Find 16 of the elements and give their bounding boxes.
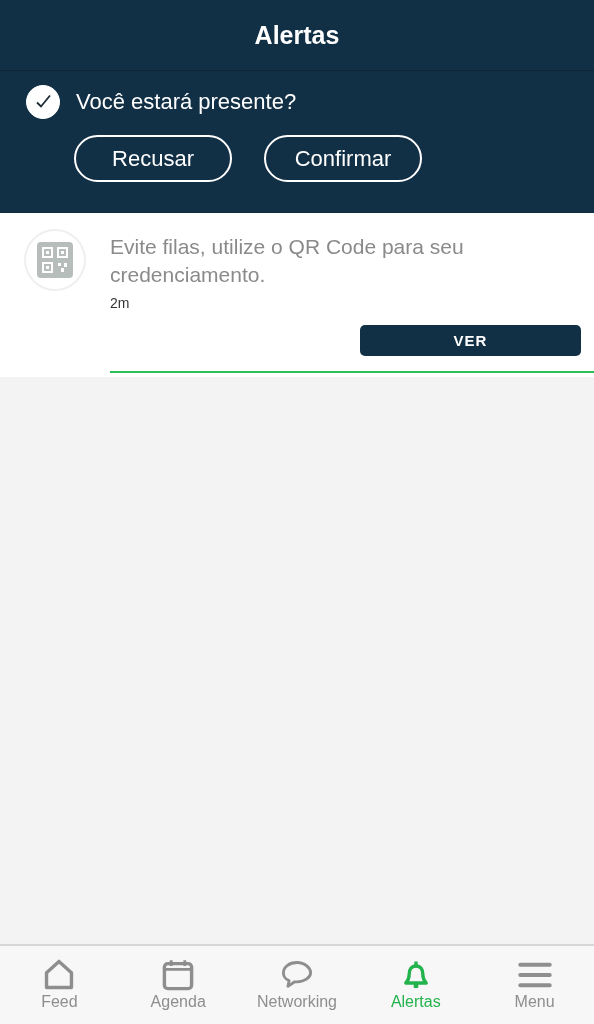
checkbox[interactable]: [26, 85, 60, 119]
answer-button[interactable]: Confirmar: [264, 135, 422, 182]
calendar-icon: [161, 958, 196, 992]
tab-bar-item[interactable]: Feed: [0, 946, 119, 1024]
tab-bar-item[interactable]: Alertas: [356, 946, 476, 1024]
qr-code-icon: [26, 231, 84, 289]
view-button[interactable]: VER: [360, 325, 581, 356]
timestamp: 2m: [110, 295, 131, 311]
tab-bar-item[interactable]: Menu: [475, 946, 594, 1024]
tab-bar-item[interactable]: Networking: [237, 946, 357, 1024]
tab-bar-item[interactable]: Agenda: [118, 946, 238, 1024]
notification-card[interactable]: Evite filas, utilize o QR Code para seu credenciamento. 2m VER: [0, 213, 594, 377]
notification-message: Evite filas, utilize o QR Code para seu credenciamento.: [110, 234, 465, 288]
screen-title: Alertas: [254, 20, 340, 50]
answer-button[interactable]: Recusar: [74, 135, 232, 182]
question-text: Você estará presente?: [76, 89, 297, 115]
